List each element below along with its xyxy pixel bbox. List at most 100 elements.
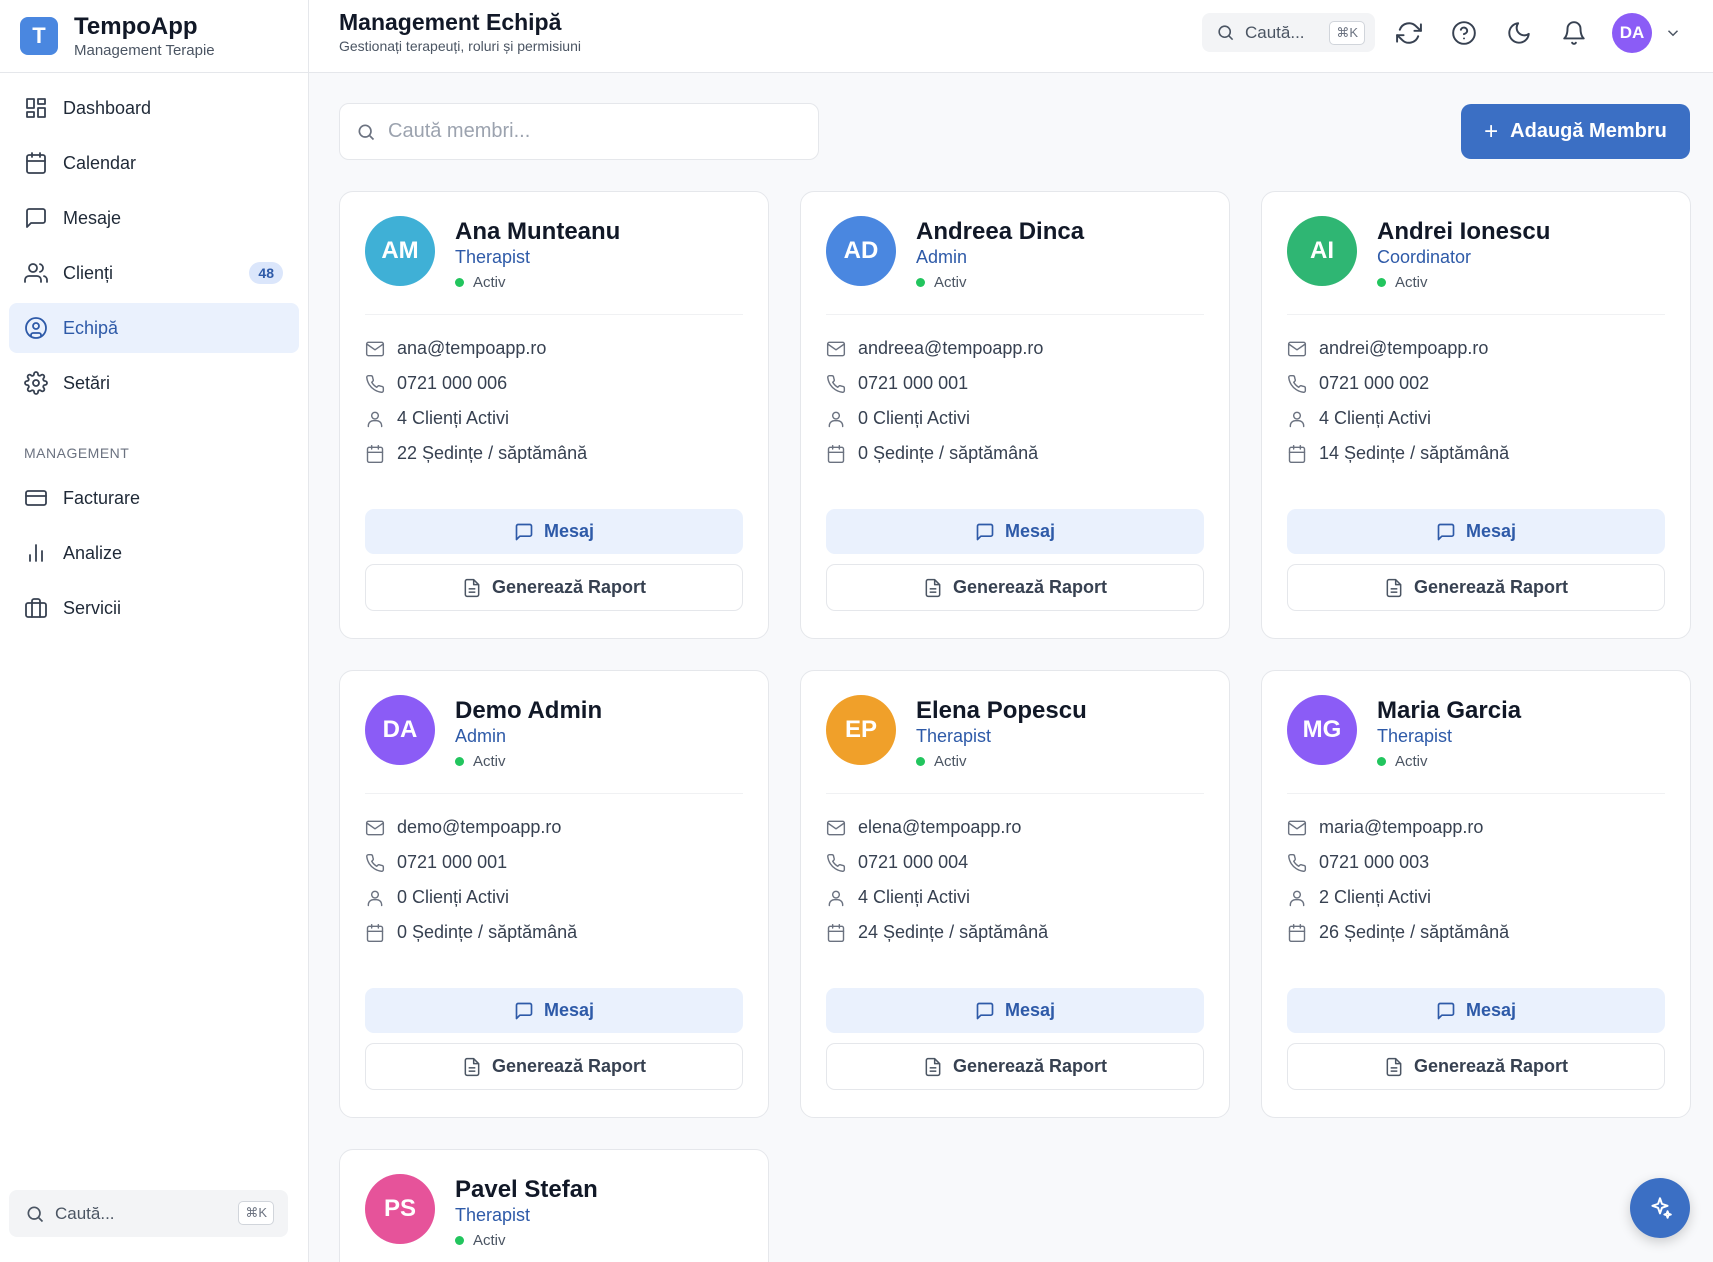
sidebar-item-clients[interactable]: Clienți 48	[9, 248, 299, 298]
clients-text: 2 Clienți Activi	[1319, 887, 1432, 907]
mail-icon	[1287, 820, 1307, 835]
member-clients: 0 Clienți Activi	[826, 408, 970, 429]
message-button[interactable]: Mesaj	[365, 509, 743, 554]
member-avatar: EP	[826, 695, 896, 765]
generate-report-button[interactable]: Generează Raport	[1287, 564, 1665, 611]
mail-icon	[1287, 341, 1307, 356]
document-icon	[925, 578, 941, 597]
sidebar-item-services[interactable]: Servicii	[9, 583, 299, 633]
sidebar-item-label: Echipă	[63, 317, 119, 338]
search-icon	[27, 1206, 44, 1222]
gear-icon	[24, 371, 48, 395]
generate-report-button[interactable]: Generează Raport	[1287, 1043, 1665, 1090]
theme-toggle-button[interactable]	[1506, 20, 1532, 46]
member-sessions: 0 Ședințe / săptămână	[365, 922, 577, 943]
generate-report-button[interactable]: Generează Raport	[826, 564, 1204, 611]
header: Management Echipă Gestionați terapeuți, …	[309, 0, 1713, 73]
message-button-label: Mesaj	[1004, 1000, 1056, 1020]
member-email: andreea@tempoapp.ro	[826, 338, 1043, 359]
email-text: maria@tempoapp.ro	[1319, 817, 1484, 837]
phone-text: 0721 000 001	[858, 373, 969, 393]
sidebar-item-analytics[interactable]: Analize	[9, 528, 299, 578]
member-email: ana@tempoapp.ro	[365, 338, 546, 359]
message-icon	[26, 208, 46, 228]
notifications-button[interactable]	[1561, 20, 1587, 46]
help-icon	[1452, 21, 1476, 45]
member-card: AI Andrei Ionescu Coordinator Activ andrei@t…	[1261, 191, 1691, 639]
calendar-icon	[827, 444, 845, 463]
phone-icon	[827, 853, 846, 872]
message-button-label: Mesaj	[1465, 521, 1517, 541]
sidebar-item-calendar[interactable]: Calendar	[9, 138, 299, 188]
page-title: Management Echipă	[339, 9, 562, 35]
clients-text: 4 Clienți Activi	[858, 887, 971, 907]
sidebar-item-messages[interactable]: Mesaje	[9, 193, 299, 243]
sidebar-section-label: MANAGEMENT	[24, 445, 130, 461]
member-email: demo@tempoapp.ro	[365, 817, 561, 838]
bell-icon	[1563, 21, 1585, 45]
document-icon	[925, 1057, 941, 1076]
page-subtitle: Gestionați terapeuți, roluri și permisiu…	[339, 38, 581, 54]
brand[interactable]: T TempoApp Management Terapie	[0, 0, 308, 73]
status-dot	[455, 757, 464, 766]
sidebar-item-billing[interactable]: Facturare	[9, 473, 299, 523]
message-button-label: Mesaj	[543, 521, 595, 541]
clients-text: 0 Clienți Activi	[858, 408, 971, 428]
status-dot	[455, 278, 464, 287]
sidebar-item-label: Mesaje	[63, 207, 122, 228]
document-icon	[1386, 578, 1402, 597]
user-menu-toggle[interactable]	[1664, 24, 1682, 47]
message-button[interactable]: Mesaj	[365, 988, 743, 1033]
generate-report-button[interactable]: Generează Raport	[365, 564, 743, 611]
help-button[interactable]	[1451, 20, 1477, 46]
sidebar-item-label: Analize	[63, 542, 123, 563]
message-button[interactable]: Mesaj	[826, 988, 1204, 1033]
member-clients: 0 Clienți Activi	[365, 887, 509, 908]
sidebar-item-label: Facturare	[63, 487, 141, 508]
member-role: Therapist	[916, 726, 992, 746]
phone-text: 0721 000 004	[858, 852, 969, 872]
mail-icon	[365, 341, 385, 356]
sidebar: T TempoApp Management Terapie Dashboard …	[0, 0, 309, 1262]
status-label: Activ	[1395, 274, 1428, 291]
add-member-label: Adaugă Membru	[1510, 120, 1667, 142]
assistant-button[interactable]	[1630, 1178, 1690, 1238]
phone-text: 0721 000 002	[1319, 373, 1430, 393]
header-search[interactable]: Caută... ⌘K	[1202, 13, 1375, 52]
member-phone: 0721 000 006	[365, 373, 507, 394]
generate-report-button[interactable]: Generează Raport	[365, 1043, 743, 1090]
message-button[interactable]: Mesaj	[1287, 509, 1665, 554]
document-icon	[464, 1057, 480, 1076]
member-search-input[interactable]: Caută membri...	[339, 103, 819, 160]
add-member-button[interactable]: + Adaugă Membru	[1461, 104, 1690, 159]
status-label: Activ	[473, 1232, 506, 1249]
phone-icon	[366, 374, 385, 393]
status-dot	[455, 1236, 464, 1245]
user-icon	[367, 890, 383, 906]
email-text: elena@tempoapp.ro	[858, 817, 1022, 837]
refresh-button[interactable]	[1396, 20, 1422, 46]
plus-icon: +	[1484, 117, 1499, 145]
users-icon	[24, 263, 48, 283]
phone-text: 0721 000 006	[397, 373, 508, 393]
divider	[826, 793, 1204, 794]
sessions-text: 24 Ședințe / săptămână	[858, 922, 1049, 942]
report-button-label: Generează Raport	[491, 1056, 647, 1076]
user-avatar[interactable]: DA	[1612, 13, 1652, 53]
message-icon	[976, 1002, 994, 1019]
sidebar-item-team[interactable]: Echipă	[9, 303, 299, 353]
member-sessions: 22 Ședințe / săptămână	[365, 443, 587, 464]
generate-report-button[interactable]: Generează Raport	[826, 1043, 1204, 1090]
member-status: Activ	[455, 274, 506, 291]
message-button-label: Mesaj	[1465, 1000, 1517, 1020]
search-icon	[358, 123, 375, 140]
sidebar-search[interactable]: Caută... ⌘K	[9, 1190, 288, 1237]
message-icon	[515, 1002, 533, 1019]
member-phone: 0721 000 003	[1287, 852, 1429, 873]
user-icon	[1289, 411, 1305, 427]
message-button[interactable]: Mesaj	[1287, 988, 1665, 1033]
sidebar-item-settings[interactable]: Setări	[9, 358, 299, 408]
sidebar-item-dashboard[interactable]: Dashboard	[9, 83, 299, 133]
message-button[interactable]: Mesaj	[826, 509, 1204, 554]
member-avatar: AD	[826, 216, 896, 286]
